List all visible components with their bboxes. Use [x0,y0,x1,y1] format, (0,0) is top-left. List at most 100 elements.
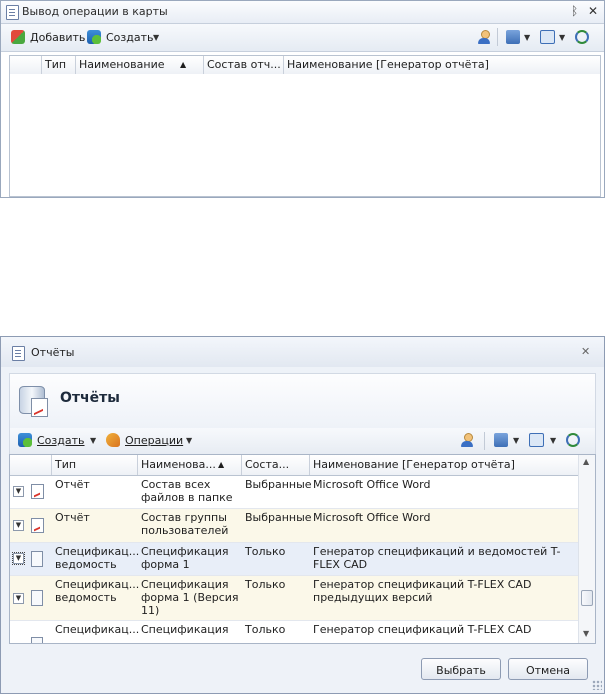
chevron-down-icon[interactable]: ▼ [524,33,530,42]
grid-header: Тип Наименова... ▲ Соста... Наименование… [10,455,578,476]
panel-toolbar: Добавить Создать ▼ ▼ ▼ [1,24,604,52]
user-filter-icon[interactable] [477,30,491,44]
view-icon[interactable] [540,30,555,44]
sort-ascending-icon: ▲ [218,460,225,469]
cell-composition: Выбранные [245,511,312,524]
operations-output-panel: Вывод операции в карты ᛒ ✕ Добавить Созд… [0,0,605,198]
column-header-generator[interactable]: Наименование [Генератор отчёта] [284,56,600,74]
cell-type: Спецификац... ведомость [55,545,140,571]
row-expand-icon[interactable]: ▼ [13,486,24,497]
chevron-down-icon: ▼ [90,436,97,445]
refresh-icon[interactable] [575,30,589,44]
table-row[interactable]: ▼ Отчёт Состав всех файлов в папке Выбра… [10,476,578,509]
header-title: Отчёты [60,390,120,406]
scroll-thumb[interactable] [581,590,593,606]
column-header-composition[interactable]: Состав отч... [204,56,284,74]
chevron-down-icon[interactable]: ▼ [559,33,565,42]
reports-dialog: Отчёты ✕ Отчёты Создать ▼ Операции ▼ ▼ ▼… [0,336,605,694]
cell-generator: Генератор спецификаций T-FLEX CAD предыд… [313,578,532,604]
close-icon[interactable]: ✕ [588,4,598,18]
cell-composition: Только [245,578,286,591]
table-row[interactable]: ▼ Спецификац... ведомость Спецификация ф… [10,576,578,621]
user-filter-icon[interactable] [460,433,474,447]
row-expand-icon[interactable]: ▼ [12,552,25,565]
create-button-label: Создать [37,434,85,447]
operations-button-label: Операции [125,434,184,447]
column-header-composition[interactable]: Соста... [242,455,310,475]
add-button-label: Добавить [30,31,86,44]
add-icon [11,30,25,44]
create-button-label: Создать [106,31,154,44]
cell-name: Состав всех файлов в папке [141,478,233,504]
cell-name: Спецификация форма 1 (Версия 11) [141,578,239,617]
column-header-icon[interactable] [10,455,52,475]
cell-generator: Генератор спецификаций T-FLEX CAD [313,623,532,636]
cell-composition: Только [245,623,286,636]
cell-type: Спецификац... [55,623,140,636]
table-row-selected[interactable]: ▼ Спецификац... ведомость Спецификация ф… [10,543,578,576]
column-header-name-label: Наименование [79,58,165,71]
row-expand-icon[interactable]: ▼ [13,593,24,604]
cell-type: Отчёт [55,511,90,524]
cell-type: Отчёт [55,478,90,491]
cell-generator: Microsoft Office Word [313,511,431,524]
column-header-icon[interactable] [10,56,42,74]
dialog-title: Отчёты [31,346,75,359]
document-icon [12,346,25,361]
panel-title: Вывод операции в карты [22,5,168,18]
grid-header: Тип Наименование ▲ Состав отч... Наимено… [9,55,601,75]
dialog-footer: Выбрать Отмена [1,642,604,692]
column-header-type[interactable]: Тип [42,56,76,74]
view-icon[interactable] [529,433,544,447]
operations-icon [106,433,120,447]
toolbar-divider [484,432,485,450]
cell-name: Спецификация [141,623,229,636]
document-icon [6,5,19,20]
toolbar-divider [497,28,498,46]
cell-composition: Выбранные [245,478,312,491]
cell-composition: Только [245,545,286,558]
cell-name: Спецификация форма 1 [141,545,229,571]
chevron-down-icon: ▼ [153,33,160,42]
panel-title-bar: Вывод операции в карты ᛒ ✕ [1,1,604,24]
column-header-name-label: Наименова... [141,458,216,471]
refresh-icon[interactable] [566,433,580,447]
cell-name: Состав группы пользователей [141,511,229,537]
chevron-down-icon[interactable]: ▼ [513,436,519,445]
create-icon [18,433,32,447]
empty-grid-area[interactable] [9,74,601,197]
specification-icon [31,590,43,606]
dialog-title-bar: Отчёты ✕ [1,337,604,367]
cell-generator: Microsoft Office Word [313,478,431,491]
select-button[interactable]: Выбрать [421,658,501,680]
specification-icon [31,551,43,567]
chevron-down-icon: ▼ [186,436,193,445]
close-icon[interactable]: ✕ [581,345,590,358]
reports-grid: Тип Наименова... ▲ Соста... Наименование… [9,454,596,644]
dialog-header: Отчёты [9,373,596,430]
cancel-button[interactable]: Отмена [508,658,588,680]
column-header-generator[interactable]: Наименование [Генератор отчёта] [310,455,578,475]
scroll-down-icon[interactable]: ▼ [583,629,589,638]
vertical-scrollbar[interactable]: ▲ ▼ [578,455,595,643]
sort-ascending-icon: ▲ [180,60,187,69]
column-header-name[interactable]: Наименова... ▲ [138,455,242,475]
cell-generator: Генератор спецификаций и ведомостей T-FL… [313,545,561,571]
create-icon [87,30,101,44]
table-row[interactable]: Спецификац... Спецификация Только Генера… [10,621,578,643]
edit-icon[interactable] [506,30,520,44]
pin-icon[interactable]: ᛒ [571,4,578,18]
report-icon [31,484,44,499]
column-header-type[interactable]: Тип [52,455,138,475]
chevron-down-icon[interactable]: ▼ [550,436,556,445]
report-icon [31,518,44,533]
row-expand-icon[interactable]: ▼ [13,520,24,531]
column-header-name[interactable]: Наименование ▲ [76,56,204,74]
edit-icon[interactable] [494,433,508,447]
reports-database-icon [19,386,48,417]
table-row[interactable]: ▼ Отчёт Состав группы пользователей Выбр… [10,509,578,543]
dialog-toolbar: Создать ▼ Операции ▼ ▼ ▼ [9,428,596,455]
resize-grip-icon[interactable] [592,680,602,690]
scroll-up-icon[interactable]: ▲ [583,457,589,466]
cell-type: Спецификац... ведомость [55,578,140,604]
